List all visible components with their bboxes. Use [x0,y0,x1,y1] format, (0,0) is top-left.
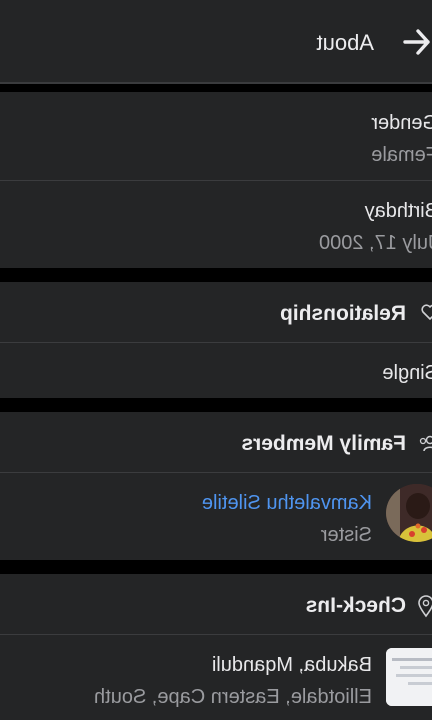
checkin-place[interactable]: Bakuba, Mqanduli [212,654,372,677]
page-title: About [316,30,375,55]
family-members-title: Family Members [241,432,406,455]
about-screen: About Gender Female Birthday July 17, 20… [0,0,432,720]
avatar [386,484,432,542]
heart-icon [420,302,432,322]
checkin-address: Elliotdale, Eastern Cape, South [94,686,372,708]
relationship-status: Single [382,362,432,384]
birthday-label: Birthday [364,200,432,222]
gender-label: Gender [371,112,432,134]
family-members-section: Family Members Kamvalethu Siletile Siste… [0,412,432,560]
checkins-section: Check-Ins Bakuba, Mqanduli Elliotdale, E… [0,574,432,720]
family-member-name[interactable]: Kamvalethu Siletile [202,492,372,515]
basic-info-section: Gender Female Birthday July 17, 2000 [0,92,432,268]
family-member-relation: Sister [320,524,372,546]
relationship-title: Relationship [279,302,406,325]
header-bar: About [0,0,432,84]
location-pin-icon [416,594,432,618]
relationship-section: Relationship Single [0,282,432,398]
arrow-left-icon[interactable] [402,28,432,56]
people-icon [416,434,432,454]
checkins-title: Check-Ins [305,594,406,617]
birthday-value: July 17, 2000 [319,232,432,254]
gender-value: Female [371,144,432,166]
checkin-thumbnail [386,648,432,706]
